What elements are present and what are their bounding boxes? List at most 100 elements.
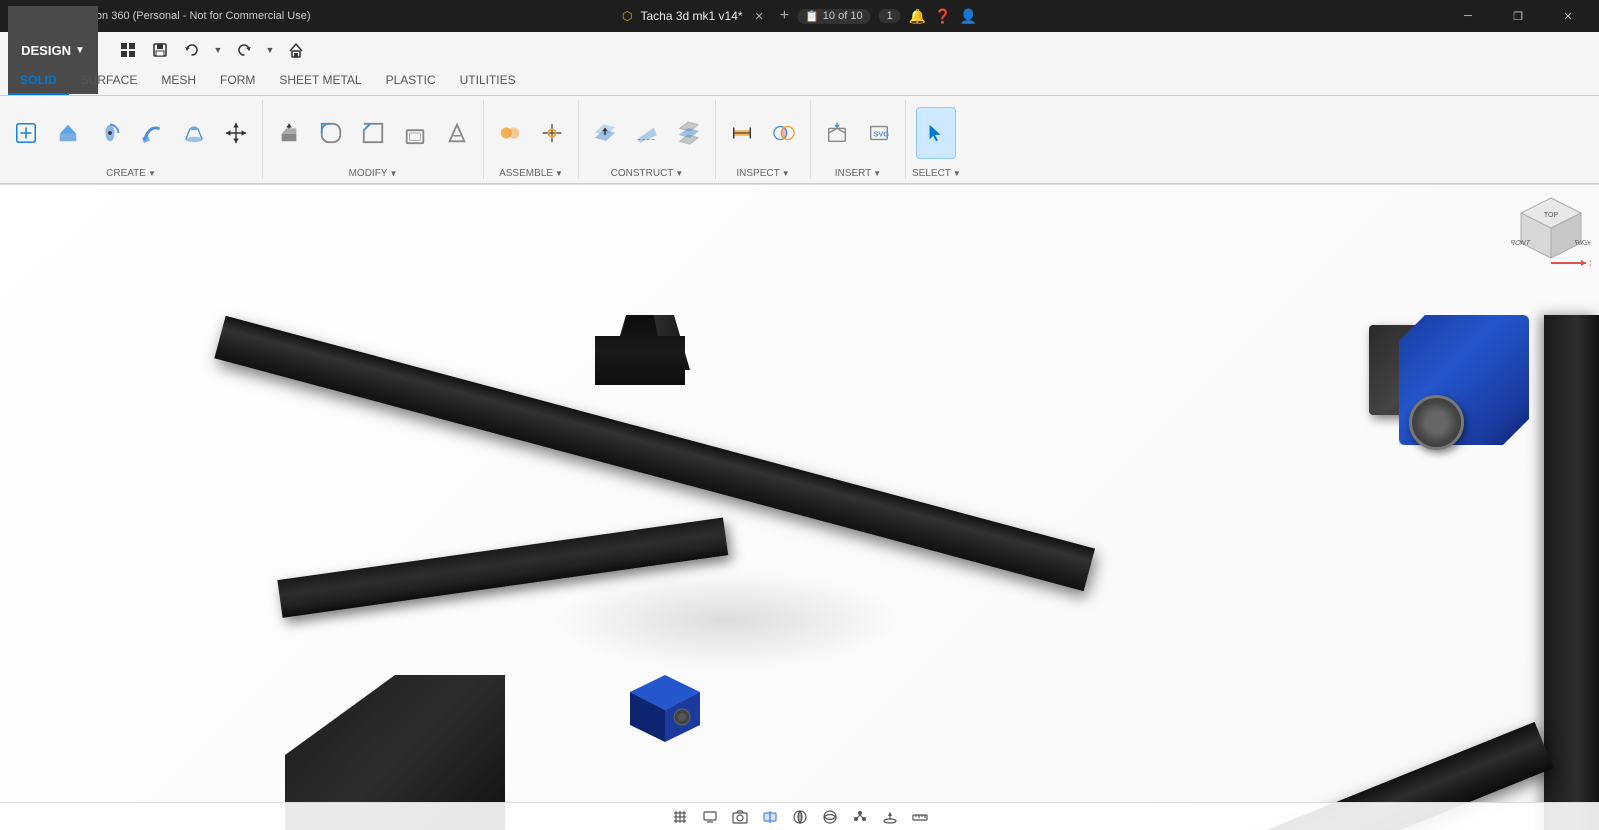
minimize-button[interactable]: ─ [1445, 0, 1491, 32]
midplane-button[interactable] [669, 107, 709, 159]
inspect-tools [722, 100, 804, 166]
tab-mesh[interactable]: MESH [149, 67, 208, 95]
inspect-label: INSPECT ▼ [736, 168, 789, 179]
ribbon-section-insert: SVG INSERT ▼ [811, 100, 906, 179]
tab-close-btn[interactable]: ✕ [755, 10, 764, 23]
grid-display-icon[interactable] [669, 806, 691, 828]
assemble-tools [490, 100, 572, 166]
redo-button[interactable] [230, 36, 258, 64]
loft-button[interactable] [174, 107, 214, 159]
revolve-button[interactable] [90, 107, 130, 159]
status-bar [0, 802, 1599, 830]
tab-sheet-metal[interactable]: SHEET METAL [267, 67, 373, 95]
tab-surface[interactable]: SURFACE [69, 67, 150, 95]
modify-label: MODIFY ▼ [349, 168, 398, 179]
grid-menu-button[interactable] [114, 36, 142, 64]
construct-label: CONSTRUCT ▼ [611, 168, 684, 179]
ribbon-section-inspect: INSPECT ▼ [716, 100, 811, 179]
help-icon[interactable]: ❓ [934, 8, 951, 25]
fillet-button[interactable] [311, 107, 351, 159]
section-plane-icon[interactable] [759, 806, 781, 828]
viewport[interactable]: TOP FRONT RIGHT X [0, 185, 1599, 830]
ruler-icon[interactable] [909, 806, 931, 828]
title-bar-center: ⬡ Tacha 3d mk1 v14* ✕ + 📋 10 of 10 1 🔔 ❓… [622, 7, 977, 25]
assemble-dropdown-arrow[interactable]: ▼ [555, 169, 563, 178]
joint-button[interactable] [490, 107, 530, 159]
design-dropdown-arrow: ▼ [75, 45, 85, 56]
inspect-dropdown-arrow[interactable]: ▼ [782, 169, 790, 178]
design-label: DESIGN [21, 43, 71, 58]
new-component-button[interactable] [6, 107, 46, 159]
frame-right-vertical [1544, 315, 1599, 830]
home-button[interactable] [282, 36, 310, 64]
tab-form[interactable]: FORM [208, 67, 267, 95]
ribbon: CREATE ▼ [0, 96, 1599, 184]
ribbon-section-assemble: ASSEMBLE ▼ [484, 100, 579, 179]
insert-svg-button[interactable]: SVG [859, 107, 899, 159]
svg-text:TOP: TOP [1544, 212, 1559, 219]
insert-mesh-button[interactable] [817, 107, 857, 159]
effects-icon[interactable] [849, 806, 871, 828]
select-dropdown-arrow[interactable]: ▼ [953, 169, 961, 178]
bell-icon[interactable]: 🔔 [909, 8, 926, 25]
floor-shadow [550, 570, 900, 670]
profile-icon[interactable]: 👤 [960, 8, 977, 25]
push-pull-button[interactable] [269, 107, 309, 159]
svg-text:X: X [1589, 259, 1591, 268]
undo-button[interactable] [178, 36, 206, 64]
ground-plane-icon[interactable] [879, 806, 901, 828]
create-tools [6, 100, 256, 166]
tab-solid[interactable]: SOLID [8, 67, 69, 95]
construct-tools [585, 100, 709, 166]
display-settings-icon[interactable] [699, 806, 721, 828]
ribbon-section-construct: CONSTRUCT ▼ [579, 100, 716, 179]
move-button[interactable] [216, 107, 256, 159]
assemble-label: ASSEMBLE ▼ [499, 168, 563, 179]
select-tools [916, 100, 956, 166]
title-bar-right: ─ ❐ ✕ [1445, 0, 1591, 32]
create-dropdown-arrow[interactable]: ▼ [148, 169, 156, 178]
nav-cube[interactable]: TOP FRONT RIGHT X [1511, 193, 1591, 273]
construct-dropdown-arrow[interactable]: ▼ [675, 169, 683, 178]
add-tab-btn[interactable]: + [780, 7, 789, 25]
measure-button[interactable] [722, 107, 762, 159]
shell-button[interactable] [395, 107, 435, 159]
interference-button[interactable] [764, 107, 804, 159]
camera-icon[interactable] [729, 806, 751, 828]
extrude-button[interactable] [48, 107, 88, 159]
close-button[interactable]: ✕ [1545, 0, 1591, 32]
restore-button[interactable]: ❐ [1495, 0, 1541, 32]
tab-count: 10 of 10 [823, 10, 863, 22]
svg-text:RIGHT: RIGHT [1574, 238, 1591, 247]
chamfer-button[interactable] [353, 107, 393, 159]
small-blue-cube [620, 670, 710, 750]
svg-text:SVG: SVG [873, 130, 889, 139]
undo-dropdown[interactable]: ▼ [210, 36, 226, 64]
sweep-button[interactable] [132, 107, 172, 159]
notification-count: 1 [887, 10, 893, 22]
toolbar-area: DESIGN ▼ ▼ [0, 32, 1599, 185]
visual-style-icon[interactable] [789, 806, 811, 828]
title-bar: ⬡ Autodesk Fusion 360 (Personal - Not fo… [0, 0, 1599, 32]
offset-plane-button[interactable] [585, 107, 625, 159]
ribbon-section-create: CREATE ▼ [0, 100, 263, 179]
notification-badge[interactable]: 1 [879, 9, 901, 23]
save-button[interactable] [146, 36, 174, 64]
create-label: CREATE ▼ [106, 168, 156, 179]
modify-dropdown-arrow[interactable]: ▼ [389, 169, 397, 178]
tab-count-badge: 📋 10 of 10 [797, 9, 870, 24]
insert-dropdown-arrow[interactable]: ▼ [873, 169, 881, 178]
redo-dropdown[interactable]: ▼ [262, 36, 278, 64]
tab-plastic[interactable]: PLASTIC [374, 67, 448, 95]
pages-icon: 📋 [805, 10, 819, 23]
scene: TOP FRONT RIGHT X [0, 185, 1599, 830]
draft-button[interactable] [437, 107, 477, 159]
tab-utilities[interactable]: UTILITIES [448, 67, 528, 95]
environment-icon[interactable] [819, 806, 841, 828]
insert-tools: SVG [817, 100, 899, 166]
select-button[interactable] [916, 107, 956, 159]
angle-plane-button[interactable] [627, 107, 667, 159]
select-label: SELECT ▼ [912, 168, 961, 179]
joint-origin-button[interactable] [532, 107, 572, 159]
gear-pulley [1409, 395, 1464, 450]
